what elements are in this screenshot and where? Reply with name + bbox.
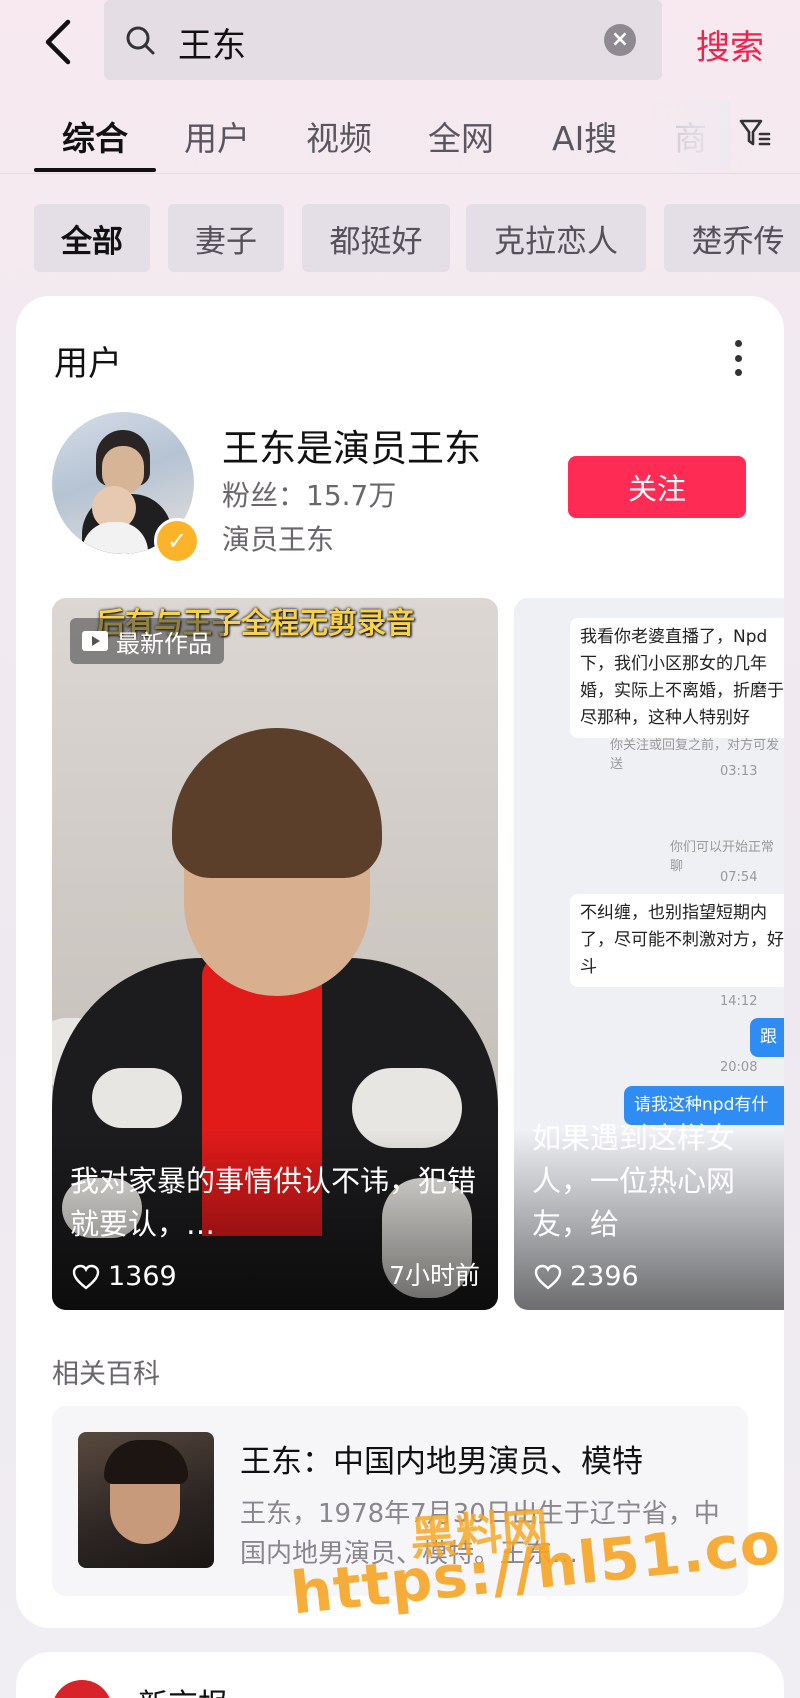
video-play-icon <box>82 631 108 651</box>
user-fans-count: 粉丝：15.7万 <box>222 479 397 512</box>
chat-bubble-me: 跟 <box>750 1018 784 1057</box>
avatar <box>52 1680 112 1698</box>
active-tab-indicator <box>34 168 156 172</box>
video-likes: 1369 <box>72 1261 177 1292</box>
user-result-card: 用户 ✓ 王东是演员王东 粉丝：15.7万 演员王东 关注 后有与王子全程无剪录… <box>16 296 784 1628</box>
next-card-title: 新京报 <box>138 1680 228 1698</box>
user-name[interactable]: 王东是演员王东 <box>222 418 481 472</box>
video-thumbnail[interactable]: 我看你老婆直播了，Npd下，我们小区那女的几年婚，实际上不离婚，折磨于尽那种，这… <box>514 598 784 1310</box>
chat-time: 14:12 <box>720 994 758 1009</box>
video-title: 如果遇到这样女人，一位热心网友，给 <box>532 1121 736 1241</box>
verified-badge-icon: ✓ <box>154 518 200 564</box>
video-title: 我对家暴的事情供认不讳，犯错就要认，… <box>70 1164 477 1241</box>
heart-icon <box>72 1264 100 1290</box>
video-likes-count: 1369 <box>108 1261 177 1292</box>
tab-web[interactable]: 全网 <box>428 112 494 160</box>
chat-time: 03:13 <box>720 764 758 779</box>
chat-bubble: 不纠缠，也别指望短期内了，尽可能不刺激对方，好斗 <box>570 894 784 987</box>
chip-princess-agents[interactable]: 楚乔传 <box>664 204 800 272</box>
chip-all-is-well[interactable]: 都挺好 <box>302 204 450 272</box>
video-time: 7小时前 <box>389 1261 480 1290</box>
chat-note: 你关注或回复之前，对方可发送 <box>610 738 780 772</box>
tab-ai-search[interactable]: AI搜 <box>552 112 617 160</box>
chip-all[interactable]: 全部 <box>34 204 150 272</box>
clear-icon[interactable]: × <box>604 24 636 56</box>
chat-time: 07:54 <box>720 870 758 885</box>
tab-comprehensive[interactable]: 综合 <box>62 112 128 160</box>
chat-bubble: 我看你老婆直播了，Npd下，我们小区那女的几年婚，实际上不离婚，折磨于尽那种，这… <box>570 618 784 738</box>
follow-button[interactable]: 关注 <box>568 456 746 518</box>
search-input[interactable]: 王东 × <box>104 0 662 80</box>
chat-note: 你们可以开始正常聊 <box>670 840 775 874</box>
back-button[interactable] <box>30 12 84 72</box>
chip-wife[interactable]: 妻子 <box>168 204 284 272</box>
tab-videos[interactable]: 视频 <box>306 112 372 160</box>
user-description: 演员王东 <box>222 523 335 556</box>
tabs-fade <box>650 100 730 170</box>
chip-diamond-lover[interactable]: 克拉恋人 <box>466 204 646 272</box>
chat-time: 20:08 <box>720 1060 758 1075</box>
section-title: 用户 <box>54 344 122 384</box>
result-tabs: 综合 用户 视频 全网 AI搜 商 <box>0 100 800 174</box>
heart-icon <box>534 1264 562 1290</box>
tab-users[interactable]: 用户 <box>184 112 250 160</box>
video-likes: 2396 <box>534 1261 639 1292</box>
latest-work-badge: 最新作品 <box>70 618 224 664</box>
next-result-card[interactable]: 新京报 <box>16 1652 784 1698</box>
related-baike-label: 相关百科 <box>52 1359 160 1390</box>
top-search-bar: 王东 × 搜索 <box>0 0 800 84</box>
latest-work-label: 最新作品 <box>116 629 212 658</box>
chevron-left-icon <box>45 19 71 65</box>
video-likes-count: 2396 <box>570 1261 639 1292</box>
search-icon <box>126 26 155 55</box>
more-options-icon[interactable] <box>732 340 744 376</box>
baike-title: 王东：中国内地男演员、模特 <box>240 1444 643 1480</box>
filter-chips: 全部 妻子 都挺好 克拉恋人 楚乔传 <box>0 204 800 272</box>
video-thumbnail[interactable]: 后有与王子全程无剪录音 最新作品 我对家暴的事情供认不讳，犯错就要认，… 136… <box>52 598 498 1310</box>
search-query-text: 王东 <box>178 26 246 66</box>
search-button[interactable]: 搜索 <box>696 20 764 69</box>
baike-image <box>78 1432 214 1568</box>
filter-icon[interactable] <box>738 116 772 150</box>
